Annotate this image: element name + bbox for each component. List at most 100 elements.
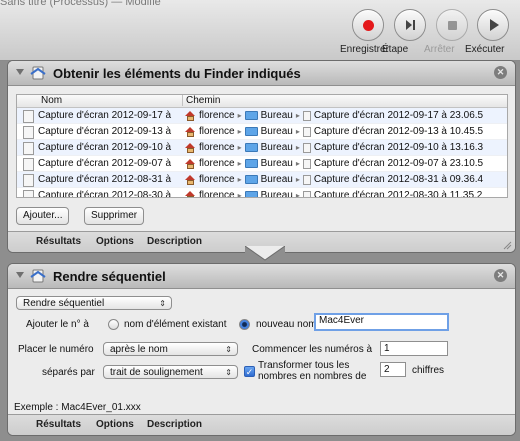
file-icon bbox=[302, 158, 311, 169]
run-label: Exécuter bbox=[465, 44, 505, 55]
file-icon bbox=[302, 190, 311, 197]
transform-numbers-label: Transformer tous les nombres en nombres … bbox=[258, 360, 367, 382]
resize-grip-icon[interactable] bbox=[503, 241, 512, 250]
table-row[interactable]: Capture d'écran 2012-09-13 à florence ▸ B… bbox=[17, 124, 507, 140]
path-folder: Bureau bbox=[260, 158, 293, 169]
path-user: florence bbox=[199, 126, 235, 137]
action-title: Obtenir les éléments du Finder indiqués bbox=[53, 66, 301, 81]
path-user: florence bbox=[199, 190, 235, 198]
description-tab[interactable]: Description bbox=[147, 419, 202, 430]
radio-new-name[interactable] bbox=[239, 319, 250, 330]
toolbar: Sans titre (Processus) — Modifié Enregis… bbox=[0, 0, 520, 61]
add-button[interactable]: Ajouter... bbox=[16, 207, 70, 225]
path-folder: Bureau bbox=[260, 174, 293, 185]
separator-popup[interactable]: trait de soulignement ⇕ bbox=[103, 365, 238, 379]
folder-icon bbox=[244, 159, 258, 168]
finder-action-icon bbox=[30, 66, 46, 80]
row-name: Capture d'écran 2012-09-13 à bbox=[38, 126, 172, 137]
column-name-header[interactable]: Nom bbox=[41, 95, 62, 106]
options-tab[interactable]: Options bbox=[96, 236, 134, 247]
popup-arrows-icon: ⇕ bbox=[159, 299, 166, 308]
home-folder-icon bbox=[185, 126, 196, 137]
digits-label: chiffres bbox=[412, 365, 445, 376]
close-action-icon[interactable]: ✕ bbox=[494, 269, 507, 282]
home-folder-icon bbox=[185, 110, 196, 121]
path-user: florence bbox=[199, 110, 235, 121]
row-name: Capture d'écran 2012-09-17 à bbox=[38, 110, 172, 121]
play-icon bbox=[477, 9, 509, 41]
step-icon bbox=[394, 9, 426, 41]
path-user: florence bbox=[199, 142, 235, 153]
path-separator-icon: ▸ bbox=[237, 111, 242, 120]
path-user: florence bbox=[199, 158, 235, 169]
path-separator-icon: ▸ bbox=[295, 127, 300, 136]
path-separator-icon: ▸ bbox=[237, 159, 242, 168]
path-file: Capture d'écran 2012-09-17 à 23.06.5 bbox=[313, 110, 484, 121]
radio-existing-label: nom d'élément existant bbox=[124, 319, 227, 330]
mode-popup[interactable]: Rendre séquentiel ⇕ bbox=[16, 296, 172, 310]
row-path: florence ▸ Bureau ▸ Capture d'écran 2012-0… bbox=[185, 172, 483, 187]
add-number-label: Ajouter le n° à bbox=[26, 319, 89, 330]
place-number-label: Placer le numéro bbox=[18, 344, 94, 355]
remove-button[interactable]: Supprimer bbox=[84, 207, 145, 225]
step-label: Étape bbox=[382, 44, 409, 55]
folder-icon bbox=[244, 191, 258, 197]
file-icon bbox=[302, 174, 311, 185]
place-popup[interactable]: après le nom ⇕ bbox=[103, 342, 238, 356]
start-number-label: Commencer les numéros à bbox=[252, 344, 373, 355]
table-rows: Capture d'écran 2012-09-17 à florence ▸ B… bbox=[17, 108, 507, 198]
options-tab[interactable]: Options bbox=[96, 419, 134, 430]
path-separator-icon: ▸ bbox=[295, 143, 300, 152]
action-make-sequential: Rendre séquentiel ✕ Rendre séquentiel ⇕ A… bbox=[7, 263, 516, 436]
stop-label: Arrêter bbox=[424, 44, 455, 55]
path-folder: Bureau bbox=[260, 110, 293, 121]
home-folder-icon bbox=[185, 158, 196, 169]
home-folder-icon bbox=[185, 142, 196, 153]
path-file: Capture d'écran 2012-08-30 à 11.35.2 bbox=[313, 190, 483, 198]
row-path: florence ▸ Bureau ▸ Capture d'écran 2012-0… bbox=[185, 108, 483, 123]
folder-icon bbox=[244, 175, 258, 184]
row-name: Capture d'écran 2012-09-10 à bbox=[38, 142, 172, 153]
row-path: florence ▸ Bureau ▸ Capture d'écran 2012-0… bbox=[185, 188, 483, 198]
run-button[interactable]: Exécuter bbox=[465, 9, 520, 55]
row-path: florence ▸ Bureau ▸ Capture d'écran 2012-0… bbox=[185, 124, 483, 139]
path-folder: Bureau bbox=[260, 126, 293, 137]
file-icon bbox=[302, 126, 311, 137]
finder-items-table[interactable]: Nom Chemin Capture d'écran 2012-09-17 à … bbox=[16, 94, 508, 198]
table-row[interactable]: Capture d'écran 2012-09-10 à florence ▸ B… bbox=[17, 140, 507, 156]
popup-arrows-icon: ⇕ bbox=[225, 368, 232, 377]
path-separator-icon: ▸ bbox=[295, 111, 300, 120]
results-tab[interactable]: Résultats bbox=[36, 419, 81, 430]
close-action-icon[interactable]: ✕ bbox=[494, 66, 507, 79]
new-name-field[interactable]: Mac4Ever bbox=[314, 313, 449, 331]
start-number-field[interactable]: 1 bbox=[380, 341, 448, 356]
action-title: Rendre séquentiel bbox=[53, 269, 166, 284]
path-folder: Bureau bbox=[260, 190, 293, 198]
action-header: Rendre séquentiel ✕ bbox=[8, 264, 515, 289]
description-tab[interactable]: Description bbox=[147, 236, 202, 247]
stop-icon bbox=[436, 9, 468, 41]
file-icon bbox=[23, 158, 34, 171]
disclosure-triangle-icon[interactable] bbox=[16, 69, 24, 75]
action-get-finder-items: Obtenir les éléments du Finder indiqués … bbox=[7, 60, 516, 253]
action-footer: Résultats Options Description bbox=[8, 414, 515, 435]
table-row[interactable]: Capture d'écran 2012-09-17 à florence ▸ B… bbox=[17, 108, 507, 124]
radio-existing-name[interactable] bbox=[108, 319, 119, 330]
table-row[interactable]: Capture d'écran 2012-08-31 à florence ▸ B… bbox=[17, 172, 507, 188]
column-path-header[interactable]: Chemin bbox=[182, 95, 220, 106]
file-icon bbox=[23, 190, 34, 197]
digits-field[interactable]: 2 bbox=[380, 362, 406, 377]
disclosure-triangle-icon[interactable] bbox=[16, 272, 24, 278]
path-user: florence bbox=[199, 174, 235, 185]
results-tab[interactable]: Résultats bbox=[36, 236, 81, 247]
path-separator-icon: ▸ bbox=[295, 159, 300, 168]
action-header: Obtenir les éléments du Finder indiqués … bbox=[8, 61, 515, 86]
path-separator-icon: ▸ bbox=[237, 127, 242, 136]
file-icon bbox=[23, 174, 34, 187]
file-icon bbox=[302, 142, 311, 153]
table-row[interactable]: Capture d'écran 2012-09-07 à florence ▸ B… bbox=[17, 156, 507, 172]
table-row[interactable]: Capture d'écran 2012-08-30 à florence ▸ B… bbox=[17, 188, 507, 198]
transform-numbers-checkbox[interactable]: ✓ bbox=[244, 366, 255, 377]
path-separator-icon: ▸ bbox=[237, 175, 242, 184]
file-icon bbox=[302, 110, 311, 121]
